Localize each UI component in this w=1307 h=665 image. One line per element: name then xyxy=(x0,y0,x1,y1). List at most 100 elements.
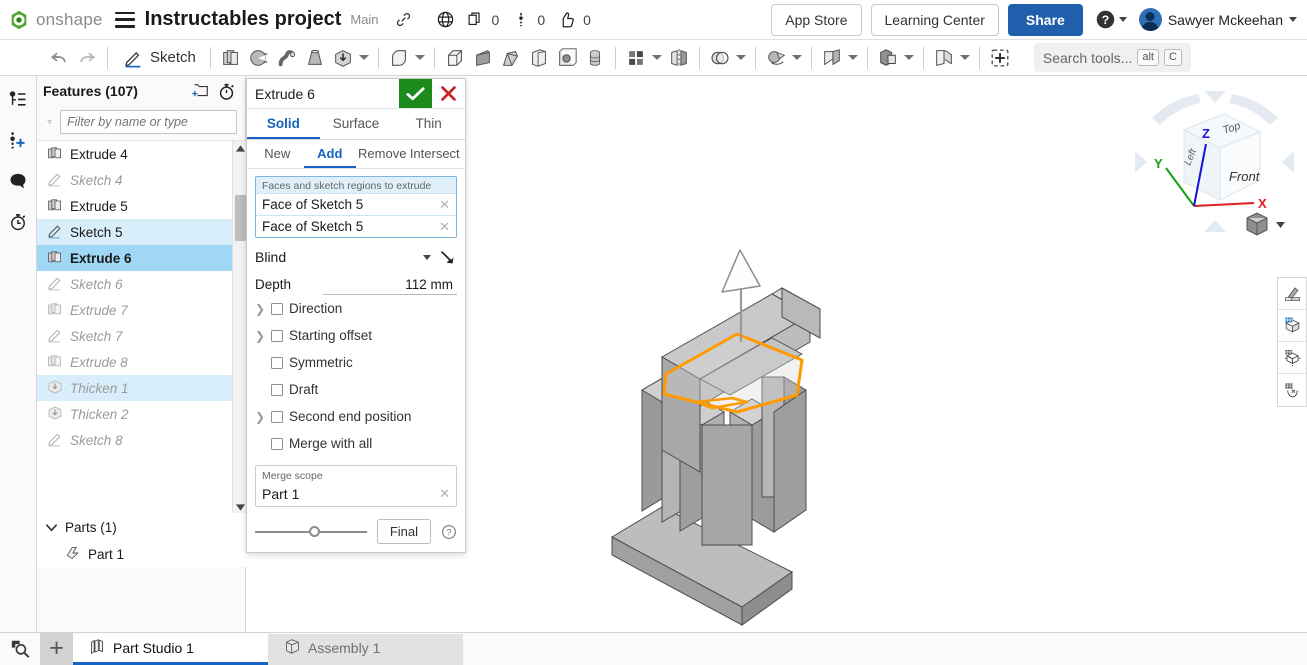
redo-arrow-icon[interactable] xyxy=(73,43,101,73)
option-row[interactable]: ❯ Starting offset xyxy=(255,322,457,349)
add-tab-button[interactable]: + xyxy=(40,632,73,665)
rib-tool[interactable] xyxy=(469,43,497,73)
funnel-filter-icon[interactable] xyxy=(47,113,52,131)
flip-direction-icon[interactable] xyxy=(437,247,457,267)
loft-tool[interactable] xyxy=(301,43,329,73)
branch-label[interactable]: Main xyxy=(350,12,378,27)
app-store-button[interactable]: App Store xyxy=(771,3,862,36)
fillet-tool[interactable] xyxy=(385,43,413,73)
option-checkbox[interactable] xyxy=(271,437,283,450)
display-state-box-icon[interactable] xyxy=(1278,310,1306,342)
user-menu[interactable]: Sawyer Mckeehan xyxy=(1138,8,1297,31)
feature-row[interactable]: Sketch 6 xyxy=(37,271,246,297)
end-condition-select[interactable]: Blind xyxy=(255,249,417,265)
hamburger-menu-icon[interactable] xyxy=(114,11,135,28)
option-checkbox[interactable] xyxy=(271,302,283,315)
cancel-button[interactable] xyxy=(432,79,465,108)
slider-knob[interactable] xyxy=(308,525,320,537)
parts-header[interactable]: Parts (1) xyxy=(37,513,246,541)
sketch-button[interactable]: Sketch xyxy=(114,43,204,73)
feature-row[interactable]: Extrude 4 xyxy=(37,141,246,167)
fillet-dropdown-caret-icon[interactable] xyxy=(414,55,425,60)
feature-branch-icon[interactable] xyxy=(5,86,31,112)
comments-icon[interactable] xyxy=(5,168,31,194)
scroll-down-arrow-icon[interactable] xyxy=(233,500,246,513)
final-button[interactable]: Final xyxy=(376,519,431,544)
bottom-tab-part-studio-1[interactable]: Part Studio 1 xyxy=(73,634,268,665)
hole-tool[interactable] xyxy=(553,43,581,73)
chevron-right-icon[interactable]: ❯ xyxy=(255,410,265,424)
globe-public-icon[interactable] xyxy=(431,5,461,35)
appearance-icon[interactable] xyxy=(1278,278,1306,310)
thread-tool[interactable] xyxy=(581,43,609,73)
dialog-op-new[interactable]: New xyxy=(251,140,304,168)
composite-dropdown-caret-icon[interactable] xyxy=(903,55,914,60)
preview-slider[interactable] xyxy=(255,525,367,537)
render-box-icon[interactable] xyxy=(1278,342,1306,374)
scroll-up-arrow-icon[interactable] xyxy=(233,141,246,155)
question-mark-icon[interactable]: ? xyxy=(441,524,457,540)
dialog-tab-solid[interactable]: Solid xyxy=(247,109,320,139)
boolean-dropdown-caret-icon[interactable] xyxy=(735,55,746,60)
search-tools-input[interactable]: Search tools... alt C xyxy=(1033,43,1191,72)
sweep-tool[interactable] xyxy=(273,43,301,73)
stopwatch-icon[interactable] xyxy=(215,80,237,102)
feature-row[interactable]: Sketch 4 xyxy=(37,167,246,193)
dialog-op-add[interactable]: Add xyxy=(303,140,356,168)
split-dropdown-caret-icon[interactable] xyxy=(847,55,858,60)
thicken-dropdown-caret-icon[interactable] xyxy=(358,55,369,60)
revolve-tool[interactable] xyxy=(245,43,273,73)
transform-dropdown-caret-icon[interactable] xyxy=(791,55,802,60)
option-checkbox[interactable] xyxy=(271,329,283,342)
share-button[interactable]: Share xyxy=(1007,3,1083,36)
shell-tool[interactable] xyxy=(525,43,553,73)
accept-button[interactable] xyxy=(399,79,432,108)
depth-input[interactable]: 112 mm xyxy=(323,277,457,295)
pattern-dropdown-caret-icon[interactable] xyxy=(651,55,662,60)
scrollbar-thumb[interactable] xyxy=(235,195,246,241)
view-cube[interactable]: Top Left Front X Y Z xyxy=(1132,88,1297,248)
chevron-right-icon[interactable]: ❯ xyxy=(255,329,265,343)
feature-filter-input[interactable] xyxy=(60,110,237,134)
feature-row[interactable]: Extrude 8 xyxy=(37,349,246,375)
thumbs-up-icon[interactable] xyxy=(552,5,582,35)
zoom-search-icon[interactable] xyxy=(0,632,40,665)
feature-row[interactable]: Extrude 7 xyxy=(37,297,246,323)
part-row[interactable]: Part 1 xyxy=(37,541,246,567)
sheet-metal-tool[interactable] xyxy=(930,43,958,73)
chevron-down-icon[interactable] xyxy=(423,254,431,260)
option-row[interactable]: ❯ Second end position xyxy=(255,403,457,430)
extrude-tool[interactable] xyxy=(217,43,245,73)
merge-scope-box[interactable]: Merge scope Part 1 ✕ xyxy=(255,465,457,507)
remove-query-icon[interactable]: ✕ xyxy=(439,197,450,213)
help-menu[interactable]: ? xyxy=(1095,9,1127,30)
chamfer-tool[interactable] xyxy=(441,43,469,73)
feature-row[interactable]: Sketch 8 xyxy=(37,427,246,453)
add-version-icon[interactable] xyxy=(5,127,31,153)
feature-row[interactable]: Extrude 5 xyxy=(37,193,246,219)
feature-row[interactable]: Sketch 7 xyxy=(37,323,246,349)
option-row[interactable]: ❯ Direction xyxy=(255,295,457,322)
boolean-tool[interactable] xyxy=(706,43,734,73)
option-row[interactable]: ❯Symmetric xyxy=(255,349,457,376)
undo-arrow-icon[interactable] xyxy=(45,43,73,73)
option-checkbox[interactable] xyxy=(271,356,283,369)
merge-scope-item[interactable]: Part 1 ✕ xyxy=(256,482,456,506)
link-icon[interactable] xyxy=(389,5,419,35)
mirror-tool[interactable] xyxy=(665,43,693,73)
version-icon[interactable] xyxy=(506,5,536,35)
pattern-tool[interactable] xyxy=(622,43,650,73)
add-custom-feature[interactable] xyxy=(986,43,1014,73)
dialog-tab-thin[interactable]: Thin xyxy=(392,109,465,139)
copy-icon[interactable] xyxy=(461,5,491,35)
option-row[interactable]: ❯Draft xyxy=(255,376,457,403)
remove-scope-icon[interactable]: ✕ xyxy=(439,486,450,502)
sheetmetal-dropdown-caret-icon[interactable] xyxy=(959,55,970,60)
composite-part-tool[interactable] xyxy=(874,43,902,73)
learning-center-button[interactable]: Learning Center xyxy=(870,3,999,36)
query-item[interactable]: Face of Sketch 5 ✕ xyxy=(256,193,456,215)
chevron-right-icon[interactable]: ❯ xyxy=(255,302,265,316)
query-item[interactable]: Face of Sketch 5 ✕ xyxy=(256,215,456,237)
thicken-tool[interactable] xyxy=(329,43,357,73)
feature-row[interactable]: Thicken 1 xyxy=(37,375,246,401)
